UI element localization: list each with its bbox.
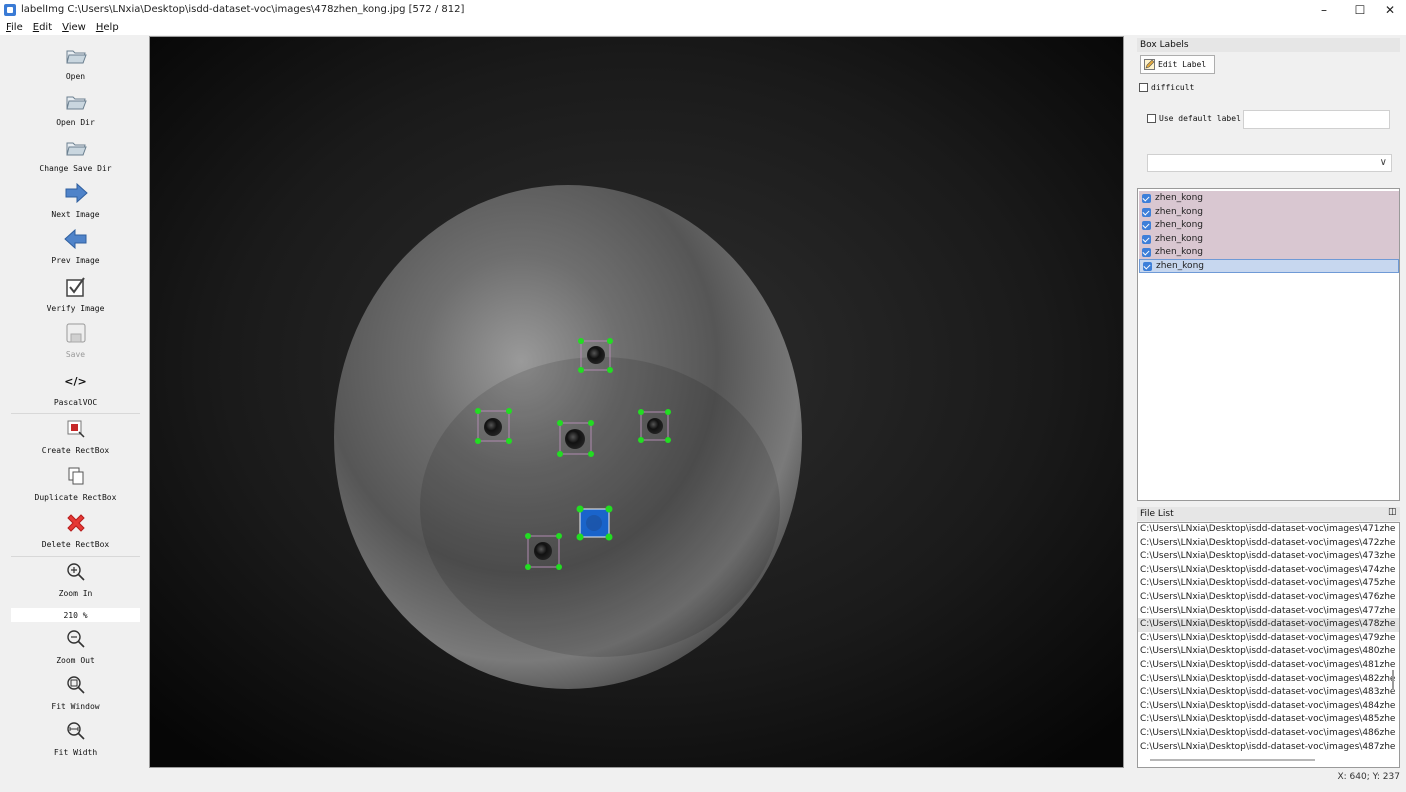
file-list-item[interactable]: C:\Users\LNxia\Desktop\isdd-dataset-voc\… xyxy=(1138,713,1399,727)
menu-view[interactable]: View xyxy=(62,22,86,33)
checked-checkbox-icon[interactable] xyxy=(1142,234,1151,244)
checked-checkbox-icon[interactable] xyxy=(1142,207,1151,217)
file-list-item[interactable]: C:\Users\LNxia\Desktop\isdd-dataset-voc\… xyxy=(1138,727,1399,741)
fit-width-button[interactable]: Fit Width xyxy=(11,719,140,757)
cursor-coordinates: X: 640; Y: 237 xyxy=(1337,772,1400,782)
fit-window-icon xyxy=(63,673,89,697)
label-list-item[interactable]: zhen_kong xyxy=(1139,245,1399,259)
label-list-item-selected[interactable]: zhen_kong xyxy=(1139,259,1399,273)
toolbar: Open Open Dir Change Save Dir Next Image… xyxy=(11,37,140,768)
save-button[interactable]: Save xyxy=(11,321,140,359)
checked-checkbox-icon[interactable] xyxy=(1142,247,1151,257)
file-list-item[interactable]: C:\Users\LNxia\Desktop\isdd-dataset-voc\… xyxy=(1138,632,1399,646)
pencil-icon xyxy=(1144,59,1155,70)
change-save-dir-button[interactable]: Change Save Dir xyxy=(11,135,140,173)
label-list[interactable]: zhen_kong zhen_kong zhen_kong zhen_kong … xyxy=(1137,188,1400,501)
file-list-item[interactable]: C:\Users\LNxia\Desktop\isdd-dataset-voc\… xyxy=(1138,591,1399,605)
file-list-title: File List xyxy=(1137,507,1400,521)
duplicate-rectbox-button[interactable]: Duplicate RectBox xyxy=(11,464,140,502)
file-list-item[interactable]: C:\Users\LNxia\Desktop\isdd-dataset-voc\… xyxy=(1138,659,1399,673)
use-default-label-check-box[interactable] xyxy=(1147,114,1156,123)
create-box-icon xyxy=(63,417,89,441)
fit-width-icon xyxy=(63,719,89,743)
file-list-item[interactable]: C:\Users\LNxia\Desktop\isdd-dataset-voc\… xyxy=(1138,523,1399,537)
file-list-vertical-scrollbar[interactable] xyxy=(1392,670,1394,690)
open-button[interactable]: Open xyxy=(11,43,140,81)
zoom-out-button[interactable]: Zoom Out xyxy=(11,627,140,665)
checked-checkbox-icon[interactable] xyxy=(1143,261,1152,271)
file-list-item[interactable]: C:\Users\LNxia\Desktop\isdd-dataset-voc\… xyxy=(1138,577,1399,591)
label-list-item[interactable]: zhen_kong xyxy=(1139,191,1399,205)
format-pascalvoc-button[interactable]: </> PascalVOC xyxy=(11,369,140,408)
file-list-item[interactable]: C:\Users\LNxia\Desktop\isdd-dataset-voc\… xyxy=(1138,564,1399,578)
title-bar: labelImg C:\Users\LNxia\Desktop\isdd-dat… xyxy=(0,0,1406,19)
toolbar-divider xyxy=(11,413,140,414)
chevron-down-icon: ∨ xyxy=(1379,157,1387,168)
app-icon xyxy=(4,3,16,16)
disk-shadow xyxy=(420,357,780,657)
floppy-disk-icon xyxy=(63,321,89,345)
difficult-checkbox[interactable]: difficult xyxy=(1139,83,1194,92)
default-label-input[interactable] xyxy=(1243,110,1390,129)
arrow-right-icon xyxy=(63,181,89,205)
file-list-item[interactable]: C:\Users\LNxia\Desktop\isdd-dataset-voc\… xyxy=(1138,605,1399,619)
file-list-item[interactable]: C:\Users\LNxia\Desktop\isdd-dataset-voc\… xyxy=(1138,686,1399,700)
edit-label-text: Edit Label xyxy=(1158,60,1207,69)
open-dir-button[interactable]: Open Dir xyxy=(11,89,140,127)
label-list-item[interactable]: zhen_kong xyxy=(1139,205,1399,219)
difficult-label: difficult xyxy=(1151,83,1195,92)
label-list-item[interactable]: zhen_kong xyxy=(1139,232,1399,246)
file-list-item[interactable]: C:\Users\LNxia\Desktop\isdd-dataset-voc\… xyxy=(1138,537,1399,551)
arrow-left-icon xyxy=(63,227,89,251)
delete-x-icon xyxy=(63,511,89,535)
file-list-item[interactable]: C:\Users\LNxia\Desktop\isdd-dataset-voc\… xyxy=(1138,700,1399,714)
zoom-in-icon xyxy=(63,560,89,584)
file-list-item[interactable]: C:\Users\LNxia\Desktop\isdd-dataset-voc\… xyxy=(1138,550,1399,564)
zoom-out-icon xyxy=(63,627,89,651)
folder-icon xyxy=(63,89,89,113)
copy-icon xyxy=(63,464,89,488)
status-bar: X: 640; Y: 237 xyxy=(0,770,1406,792)
use-default-label-checkbox[interactable]: Use default label xyxy=(1147,114,1241,123)
checked-checkbox-icon[interactable] xyxy=(1142,220,1151,230)
code-icon: </> xyxy=(64,374,87,388)
undock-icon[interactable]: ◫ xyxy=(1388,507,1397,517)
zoom-in-button[interactable]: Zoom In xyxy=(11,560,140,598)
annotated-image[interactable] xyxy=(150,37,1123,767)
fit-window-button[interactable]: Fit Window xyxy=(11,673,140,711)
box-labels-title: Box Labels xyxy=(1137,38,1400,52)
delete-rectbox-button[interactable]: Delete RectBox xyxy=(11,511,140,549)
create-rectbox-button[interactable]: Create RectBox xyxy=(11,417,140,455)
menu-bar: File Edit View Help xyxy=(0,19,1406,35)
checkbox-icon xyxy=(63,275,89,299)
file-list-item[interactable]: C:\Users\LNxia\Desktop\isdd-dataset-voc\… xyxy=(1138,741,1399,755)
menu-file[interactable]: File xyxy=(6,22,23,33)
zoom-value-spinbox[interactable]: 210 % xyxy=(11,608,140,622)
difficult-check-box[interactable] xyxy=(1139,83,1148,92)
window-title: labelImg C:\Users\LNxia\Desktop\isdd-dat… xyxy=(21,4,465,15)
prev-image-button[interactable]: Prev Image xyxy=(11,227,140,265)
folder-icon xyxy=(63,135,89,159)
next-image-button[interactable]: Next Image xyxy=(11,181,140,219)
toolbar-divider xyxy=(11,556,140,557)
file-list-item[interactable]: C:\Users\LNxia\Desktop\isdd-dataset-voc\… xyxy=(1138,645,1399,659)
verify-image-button[interactable]: Verify Image xyxy=(11,275,140,313)
use-default-label-text: Use default label xyxy=(1159,114,1241,123)
edit-label-button[interactable]: Edit Label xyxy=(1140,55,1215,74)
menu-help[interactable]: Help xyxy=(96,22,119,33)
file-list-item-current[interactable]: C:\Users\LNxia\Desktop\isdd-dataset-voc\… xyxy=(1138,618,1399,632)
image-canvas[interactable] xyxy=(150,37,1123,767)
file-list-item[interactable]: C:\Users\LNxia\Desktop\isdd-dataset-voc\… xyxy=(1138,673,1399,687)
checked-checkbox-icon[interactable] xyxy=(1142,193,1151,203)
label-list-item[interactable]: zhen_kong xyxy=(1139,218,1399,232)
label-combo-box[interactable]: ∨ xyxy=(1147,154,1392,172)
close-button[interactable]: ✕ xyxy=(1372,0,1406,19)
menu-edit[interactable]: Edit xyxy=(33,22,52,33)
file-list-horizontal-scrollbar[interactable] xyxy=(1150,759,1315,761)
minimize-button[interactable]: – xyxy=(1306,0,1342,19)
file-list[interactable]: C:\Users\LNxia\Desktop\isdd-dataset-voc\… xyxy=(1137,522,1400,768)
annotation-box-selected[interactable] xyxy=(576,505,613,541)
folder-icon xyxy=(63,43,89,67)
